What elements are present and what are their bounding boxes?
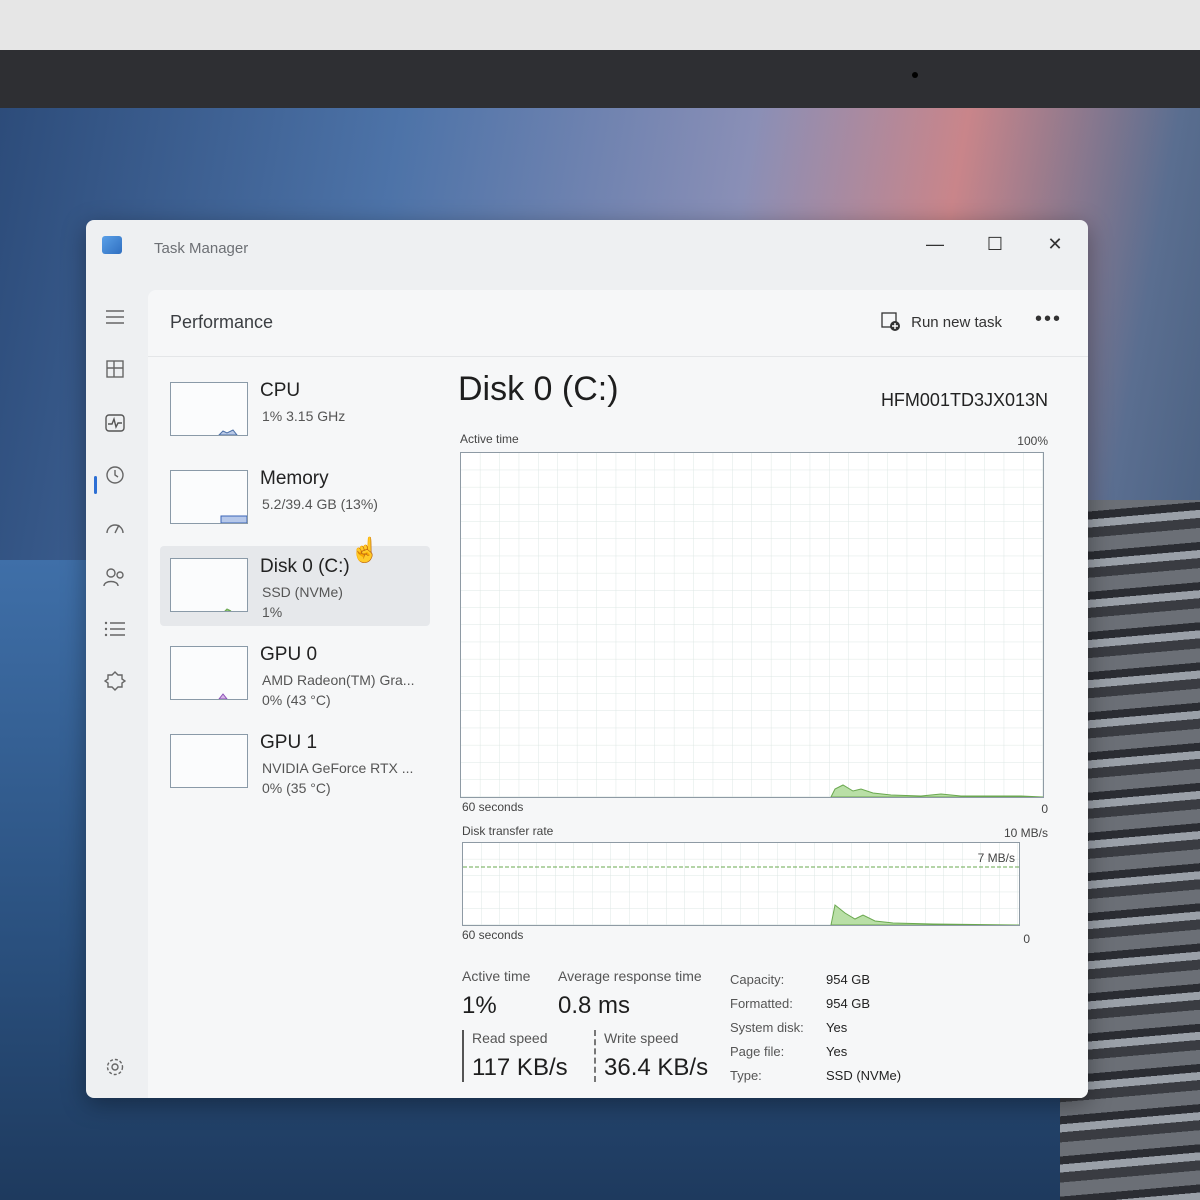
- prop-system-disk-label: System disk:: [730, 1020, 804, 1035]
- details-icon[interactable]: [102, 616, 128, 642]
- page-header: Performance Run new task •••: [148, 290, 1088, 357]
- device-item-cpu[interactable]: CPU 1% 3.15 GHz: [160, 370, 430, 450]
- device-name: CPU: [260, 380, 301, 401]
- gpu1-thumbnail-graph: [170, 734, 248, 788]
- device-detail: SSD (NVMe): [262, 584, 343, 600]
- users-icon[interactable]: [102, 564, 128, 590]
- memory-thumbnail-graph: [170, 470, 248, 524]
- detail-title: Disk 0 (C:): [458, 370, 619, 408]
- device-detail: NVIDIA GeForce RTX ...: [262, 760, 414, 776]
- disk-model: HFM001TD3JX013N: [880, 390, 1048, 410]
- prop-capacity-value: 954 GB: [826, 972, 871, 987]
- run-task-icon: [881, 312, 901, 331]
- prop-type-label: Type:: [730, 1068, 762, 1083]
- services-icon[interactable]: [102, 668, 128, 694]
- transfer-rate-max-label: 10 MB/s: [1003, 826, 1048, 840]
- device-detail: 1% 3.15 GHz: [262, 408, 346, 424]
- disk-thumbnail-graph: [170, 558, 248, 612]
- prop-page-file-label: Page file:: [730, 1044, 785, 1059]
- transfer-rate-inner-label: 7 MB/s: [977, 851, 1015, 865]
- maximize-button[interactable]: ☐: [972, 226, 1018, 262]
- gpu0-thumbnail-graph: [170, 646, 248, 700]
- active-time-graph: [460, 452, 1044, 798]
- menu-icon[interactable]: [102, 304, 128, 330]
- stat-avg-response-label: Average response time: [558, 968, 702, 984]
- performance-icon[interactable]: [102, 410, 128, 436]
- performance-pane: Performance Run new task ••• CPU 1% 3.15…: [148, 290, 1088, 1098]
- prop-formatted-value: 954 GB: [826, 996, 871, 1011]
- task-manager-app-icon: [102, 236, 122, 254]
- task-manager-window: Task Manager — ☐ ✕ Performance Run new t…: [86, 220, 1088, 1098]
- minimize-button[interactable]: —: [912, 226, 958, 262]
- device-name: Memory: [260, 468, 329, 489]
- active-time-zero-label: 0: [1041, 802, 1048, 816]
- laptop-bezel: [0, 50, 1200, 108]
- window-title: Task Manager: [154, 240, 249, 257]
- device-item-gpu-1[interactable]: GPU 1 NVIDIA GeForce RTX ... 0% (35 °C): [160, 722, 430, 802]
- stat-active-time-value: 1%: [462, 992, 497, 1019]
- run-new-task-button[interactable]: Run new task: [881, 312, 1002, 332]
- prop-formatted-label: Formatted:: [730, 996, 793, 1011]
- device-item-disk-0[interactable]: Disk 0 (C:) SSD (NVMe) 1%: [160, 546, 430, 626]
- stat-avg-response-value: 0.8 ms: [558, 992, 631, 1019]
- page-title: Performance: [170, 312, 274, 332]
- startup-icon[interactable]: [102, 514, 128, 540]
- device-usage: 0% (35 °C): [262, 780, 331, 796]
- device-detail: 5.2/39.4 GB (13%): [262, 496, 378, 512]
- title-bar[interactable]: Task Manager — ☐ ✕: [86, 220, 1088, 284]
- transfer-rate-graph-label: Disk transfer rate: [462, 824, 554, 838]
- time-span-label-2: 60 seconds: [462, 928, 524, 942]
- prop-system-disk-value: Yes: [826, 1020, 848, 1035]
- cpu-thumbnail-graph: [170, 382, 248, 436]
- prop-page-file-value: Yes: [826, 1044, 848, 1059]
- more-options-button[interactable]: •••: [1035, 308, 1062, 331]
- read-speed-divider: [462, 1030, 464, 1082]
- processes-icon[interactable]: [102, 356, 128, 382]
- device-item-memory[interactable]: Memory 5.2/39.4 GB (13%): [160, 458, 430, 538]
- stat-active-time-label: Active time: [462, 968, 531, 984]
- time-span-label: 60 seconds: [462, 800, 524, 814]
- nav-active-indicator: [94, 476, 97, 494]
- prop-capacity-label: Capacity:: [730, 972, 785, 987]
- disk-stats: Active time 1% Average response time 0.8…: [458, 968, 1058, 1098]
- device-list: CPU 1% 3.15 GHz Memory 5.2/39.4 GB (13%)…: [160, 370, 430, 810]
- device-item-gpu-0[interactable]: GPU 0 AMD Radeon(TM) Gra... 0% (43 °C): [160, 634, 430, 714]
- transfer-rate-graph: 7 MB/s: [462, 842, 1020, 926]
- active-time-max-label: 100%: [1017, 434, 1048, 448]
- nav-rail: [86, 284, 146, 1098]
- hand-cursor-icon: ☝: [350, 537, 380, 564]
- device-usage: 0% (43 °C): [262, 692, 331, 708]
- webcam: [912, 72, 918, 78]
- prop-type-value: SSD (NVMe): [826, 1068, 902, 1083]
- active-time-graph-label: Active time: [460, 432, 519, 446]
- stat-read-speed-label: Read speed: [472, 1030, 548, 1046]
- device-name: GPU 1: [260, 732, 318, 753]
- close-button[interactable]: ✕: [1032, 226, 1078, 262]
- settings-icon[interactable]: [102, 1054, 128, 1080]
- app-history-icon[interactable]: [102, 462, 128, 488]
- stat-write-speed-label: Write speed: [604, 1030, 679, 1046]
- device-name: Disk 0 (C:): [260, 556, 350, 577]
- run-new-task-label: Run new task: [911, 313, 1002, 331]
- stat-read-speed-value: 117 KB/s: [472, 1054, 568, 1081]
- write-speed-divider: [594, 1030, 596, 1082]
- stat-write-speed-value: 36.4 KB/s: [604, 1054, 709, 1081]
- device-name: GPU 0: [260, 644, 318, 665]
- transfer-rate-zero-label: 0: [1023, 932, 1030, 946]
- device-usage: 1%: [262, 604, 283, 620]
- device-detail: AMD Radeon(TM) Gra...: [262, 672, 415, 688]
